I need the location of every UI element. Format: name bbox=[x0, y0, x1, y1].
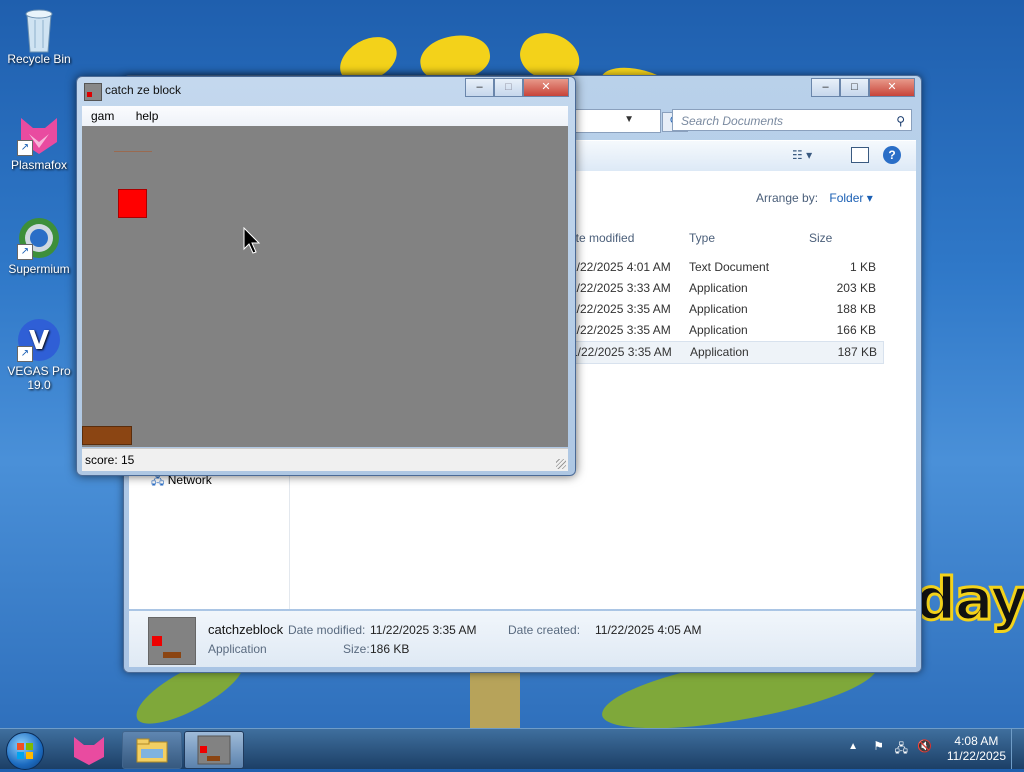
recycle-bin-icon bbox=[17, 6, 61, 53]
maximize-button[interactable]: □ bbox=[840, 78, 869, 97]
minimize-button[interactable]: – bbox=[811, 78, 840, 97]
row-date: 1/22/2025 3:33 AM bbox=[570, 281, 671, 295]
view-options-icon[interactable]: ☷ ▾ bbox=[792, 148, 812, 162]
game-window-title: catch ze block bbox=[105, 83, 182, 97]
score-label: score: 15 bbox=[85, 453, 135, 467]
file-row-selected[interactable]: 1/22/2025 3:35 AM Application 187 KB bbox=[560, 341, 884, 364]
chevron-up-icon[interactable]: ▲ bbox=[848, 741, 858, 752]
plasmafox-icon bbox=[74, 737, 104, 765]
row-date: 1/22/2025 3:35 AM bbox=[570, 302, 671, 316]
shortcut-arrow-icon: ↗ bbox=[17, 140, 33, 156]
search-icon: ⚲ bbox=[896, 114, 905, 128]
arrange-by-label: Arrange by: bbox=[756, 191, 819, 205]
row-size: 203 KB bbox=[836, 281, 876, 295]
row-date: 1/22/2025 3:35 AM bbox=[571, 345, 672, 359]
detail-file-name: catchzeblock bbox=[208, 622, 284, 637]
close-button[interactable]: ✕ bbox=[523, 78, 569, 97]
column-header-type[interactable]: Type bbox=[689, 231, 715, 245]
desktop-icon-vegas-pro[interactable]: V ↗ VEGAS Pro 19.0 bbox=[4, 318, 74, 392]
row-type: Text Document bbox=[689, 260, 770, 274]
file-row[interactable]: 1/22/2025 3:33 AM Application 203 KB bbox=[560, 278, 882, 299]
action-center-flag-icon[interactable]: ⚑ bbox=[873, 739, 884, 753]
game-playfield[interactable] bbox=[82, 126, 568, 447]
detail-date-created-label: Date created: bbox=[508, 623, 581, 637]
wallpaper-text: day bbox=[914, 564, 1024, 635]
row-type: Application bbox=[689, 323, 748, 337]
detail-size-label: Size: bbox=[343, 642, 370, 656]
supermium-icon: ↗ bbox=[17, 216, 61, 260]
row-size: 166 KB bbox=[836, 323, 876, 337]
taskbar: ▲ ⚑ 🖧 🔇 4:08 AM 11/22/2025 bbox=[0, 728, 1024, 770]
detail-date-modified: 11/22/2025 3:35 AM bbox=[370, 623, 477, 637]
menu-item-help[interactable]: help bbox=[127, 106, 168, 124]
plasmafox-icon: ↗ bbox=[17, 112, 61, 156]
search-input[interactable]: Search Documents ⚲ bbox=[672, 109, 912, 131]
help-icon[interactable]: ? bbox=[883, 146, 901, 164]
desktop-icon-label: VEGAS Pro 19.0 bbox=[7, 364, 71, 392]
shortcut-arrow-icon: ↗ bbox=[17, 346, 33, 362]
menu-item-gam[interactable]: gam bbox=[82, 106, 123, 124]
network-tray-icon[interactable]: 🖧 bbox=[895, 739, 908, 760]
taskbar-explorer[interactable] bbox=[122, 731, 182, 769]
chevron-down-icon[interactable]: ▼ bbox=[624, 114, 634, 125]
explorer-caption-buttons: – □ ✕ bbox=[811, 78, 915, 97]
minimize-button[interactable]: – bbox=[465, 78, 494, 97]
row-size: 188 KB bbox=[836, 302, 876, 316]
desktop-icon-label: Plasmafox bbox=[10, 158, 68, 172]
file-thumbnail bbox=[148, 617, 196, 665]
detail-file-kind: Application bbox=[208, 642, 267, 656]
catcher-paddle bbox=[82, 426, 132, 445]
desktop-icon-supermium[interactable]: ↗ Supermium bbox=[4, 216, 74, 276]
clock-date: 11/22/2025 bbox=[946, 749, 1006, 763]
folder-icon bbox=[136, 738, 168, 763]
taskbar-catch-ze-block[interactable] bbox=[184, 731, 244, 769]
game-statusbar: score: 15 bbox=[82, 448, 568, 471]
column-header-size[interactable]: Size bbox=[809, 231, 832, 245]
game-caption-buttons: – □ ✕ bbox=[465, 78, 569, 97]
row-date: 1/22/2025 4:01 AM bbox=[570, 260, 671, 274]
show-desktop-button[interactable] bbox=[1011, 729, 1024, 769]
search-placeholder: Search Documents bbox=[681, 114, 784, 128]
preview-pane-icon[interactable] bbox=[851, 147, 869, 163]
desktop-icon-recycle-bin[interactable]: Recycle Bin bbox=[4, 6, 74, 66]
start-button[interactable] bbox=[6, 732, 44, 770]
game-app-icon bbox=[197, 735, 231, 765]
detail-date-created: 11/22/2025 4:05 AM bbox=[595, 623, 702, 637]
shortcut-arrow-icon: ↗ bbox=[17, 244, 33, 260]
resize-grip-icon[interactable] bbox=[556, 459, 566, 469]
column-header-date[interactable]: ate modified bbox=[569, 231, 634, 245]
windows-logo-icon bbox=[17, 743, 33, 759]
file-row[interactable]: 1/22/2025 3:35 AM Application 166 KB bbox=[560, 320, 882, 341]
desktop-icon-label: Recycle Bin bbox=[7, 52, 71, 66]
row-type: Application bbox=[690, 345, 749, 359]
row-size: 1 KB bbox=[849, 260, 876, 274]
row-type: Application bbox=[689, 281, 748, 295]
row-type: Application bbox=[689, 302, 748, 316]
maximize-button[interactable]: □ bbox=[494, 78, 523, 97]
taskbar-plasmafox[interactable] bbox=[60, 731, 118, 767]
mouse-cursor-icon bbox=[243, 227, 261, 254]
detail-date-modified-label: Date modified: bbox=[288, 623, 366, 637]
volume-muted-icon[interactable]: 🔇 bbox=[917, 739, 932, 753]
game-window[interactable]: catch ze block – □ ✕ gam help score: 15 bbox=[76, 76, 576, 476]
desktop-icon-plasmafox[interactable]: ↗ Plasmafox bbox=[4, 112, 74, 172]
taskbar-clock[interactable]: 4:08 AM 11/22/2025 bbox=[947, 734, 1006, 764]
arrange-by-dropdown[interactable]: Folder ▾ bbox=[829, 191, 872, 205]
file-row[interactable]: 1/22/2025 4:01 AM Text Document 1 KB bbox=[560, 257, 882, 278]
row-date: 1/22/2025 3:35 AM bbox=[570, 323, 671, 337]
falling-block bbox=[118, 189, 147, 218]
block-trail bbox=[114, 151, 152, 152]
arrange-by: Arrange by: Folder ▾ bbox=[756, 191, 873, 205]
close-button[interactable]: ✕ bbox=[869, 78, 915, 97]
detail-size: 186 KB bbox=[370, 642, 410, 656]
vegas-pro-icon: V ↗ bbox=[17, 318, 61, 362]
arrange-by-value: Folder bbox=[829, 191, 864, 205]
game-app-icon bbox=[84, 83, 102, 101]
game-menubar: gam help bbox=[82, 106, 568, 126]
file-row[interactable]: 1/22/2025 3:35 AM Application 188 KB bbox=[560, 299, 882, 320]
row-size: 187 KB bbox=[837, 345, 877, 359]
desktop-icon-label: Supermium bbox=[8, 262, 70, 276]
clock-time: 4:08 AM bbox=[954, 734, 999, 748]
details-pane: catchzeblock Application Date modified: … bbox=[129, 611, 916, 667]
